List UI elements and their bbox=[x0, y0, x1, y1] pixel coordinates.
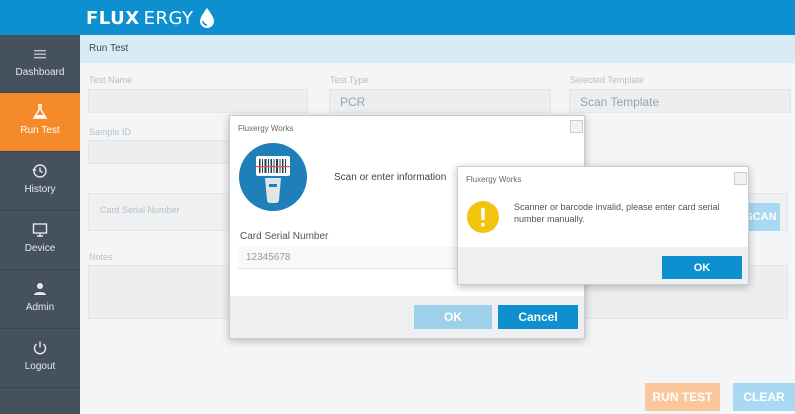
divider bbox=[0, 387, 80, 388]
sidebar-item-label: Dashboard bbox=[15, 67, 65, 78]
test-type-select[interactable]: PCR bbox=[329, 89, 551, 113]
clear-button[interactable]: CLEAR bbox=[733, 383, 795, 411]
sidebar-item-device[interactable]: Device bbox=[0, 211, 80, 269]
dialog-footer: OK Cancel bbox=[230, 296, 584, 338]
template-select[interactable]: Scan Template bbox=[569, 89, 791, 113]
close-icon[interactable] bbox=[734, 172, 747, 185]
ok-button[interactable]: OK bbox=[414, 305, 492, 329]
droplet-icon bbox=[199, 8, 214, 28]
sidebar-item-dashboard[interactable]: Dashboard bbox=[0, 35, 80, 93]
sidebar-item-label: Logout bbox=[24, 361, 56, 372]
template-label: Selected Template bbox=[570, 75, 644, 85]
monitor-icon bbox=[32, 223, 48, 237]
run-test-button[interactable]: RUN TEST bbox=[645, 383, 720, 411]
card-serial-label: Card Serial Number bbox=[100, 205, 180, 215]
sample-id-label: Sample ID bbox=[89, 127, 132, 137]
sidebar-item-logout[interactable]: Logout bbox=[0, 329, 80, 387]
dialog-title: Fluxergy Works bbox=[466, 175, 522, 184]
card-serial-input[interactable]: 12345678 bbox=[238, 247, 478, 269]
sidebar-item-label: History bbox=[24, 184, 56, 195]
brand-name-bold: FLUX bbox=[86, 7, 140, 29]
notes-label: Notes bbox=[89, 252, 113, 262]
ok-button[interactable]: OK bbox=[662, 256, 742, 279]
cancel-button[interactable]: Cancel bbox=[498, 305, 578, 329]
power-icon bbox=[33, 341, 47, 355]
test-name-input[interactable] bbox=[88, 89, 308, 113]
menu-icon bbox=[34, 50, 46, 59]
sidebar-item-label: Admin bbox=[25, 302, 55, 313]
dialog-title: Fluxergy Works bbox=[238, 124, 294, 133]
close-icon[interactable] bbox=[570, 120, 583, 133]
sidebar-item-label: Run Test bbox=[20, 125, 60, 136]
barcode-scanner-icon bbox=[239, 143, 307, 211]
breadcrumb-bar: Run Test bbox=[80, 35, 795, 63]
history-icon bbox=[32, 164, 47, 178]
breadcrumb: Run Test bbox=[89, 43, 129, 54]
sidebar-item-admin[interactable]: Admin bbox=[0, 270, 80, 328]
sidebar-item-history[interactable]: History bbox=[0, 152, 80, 210]
error-message: Scanner or barcode invalid, please enter… bbox=[514, 202, 720, 224]
brand-name-rest: ERGY bbox=[143, 7, 194, 29]
test-type-label: Test Type bbox=[330, 75, 369, 85]
test-name-label: Test Name bbox=[89, 75, 133, 85]
flask-icon bbox=[32, 104, 48, 119]
warning-icon bbox=[467, 201, 499, 233]
user-icon bbox=[34, 283, 46, 295]
error-dialog: Fluxergy Works Scanner or barcode invali… bbox=[457, 166, 749, 285]
sidebar: Dashboard Run Test History Device Admin bbox=[0, 35, 80, 414]
sidebar-item-run-test[interactable]: Run Test bbox=[0, 93, 80, 151]
dialog-footer: OK bbox=[458, 247, 748, 284]
brand-logo: FLUX ERGY bbox=[86, 7, 216, 29]
card-serial-field-label: Card Serial Number bbox=[240, 231, 329, 242]
sidebar-item-label: Device bbox=[24, 243, 56, 254]
scan-message: Scan or enter information bbox=[334, 172, 447, 183]
top-bar: FLUX ERGY bbox=[0, 0, 795, 35]
